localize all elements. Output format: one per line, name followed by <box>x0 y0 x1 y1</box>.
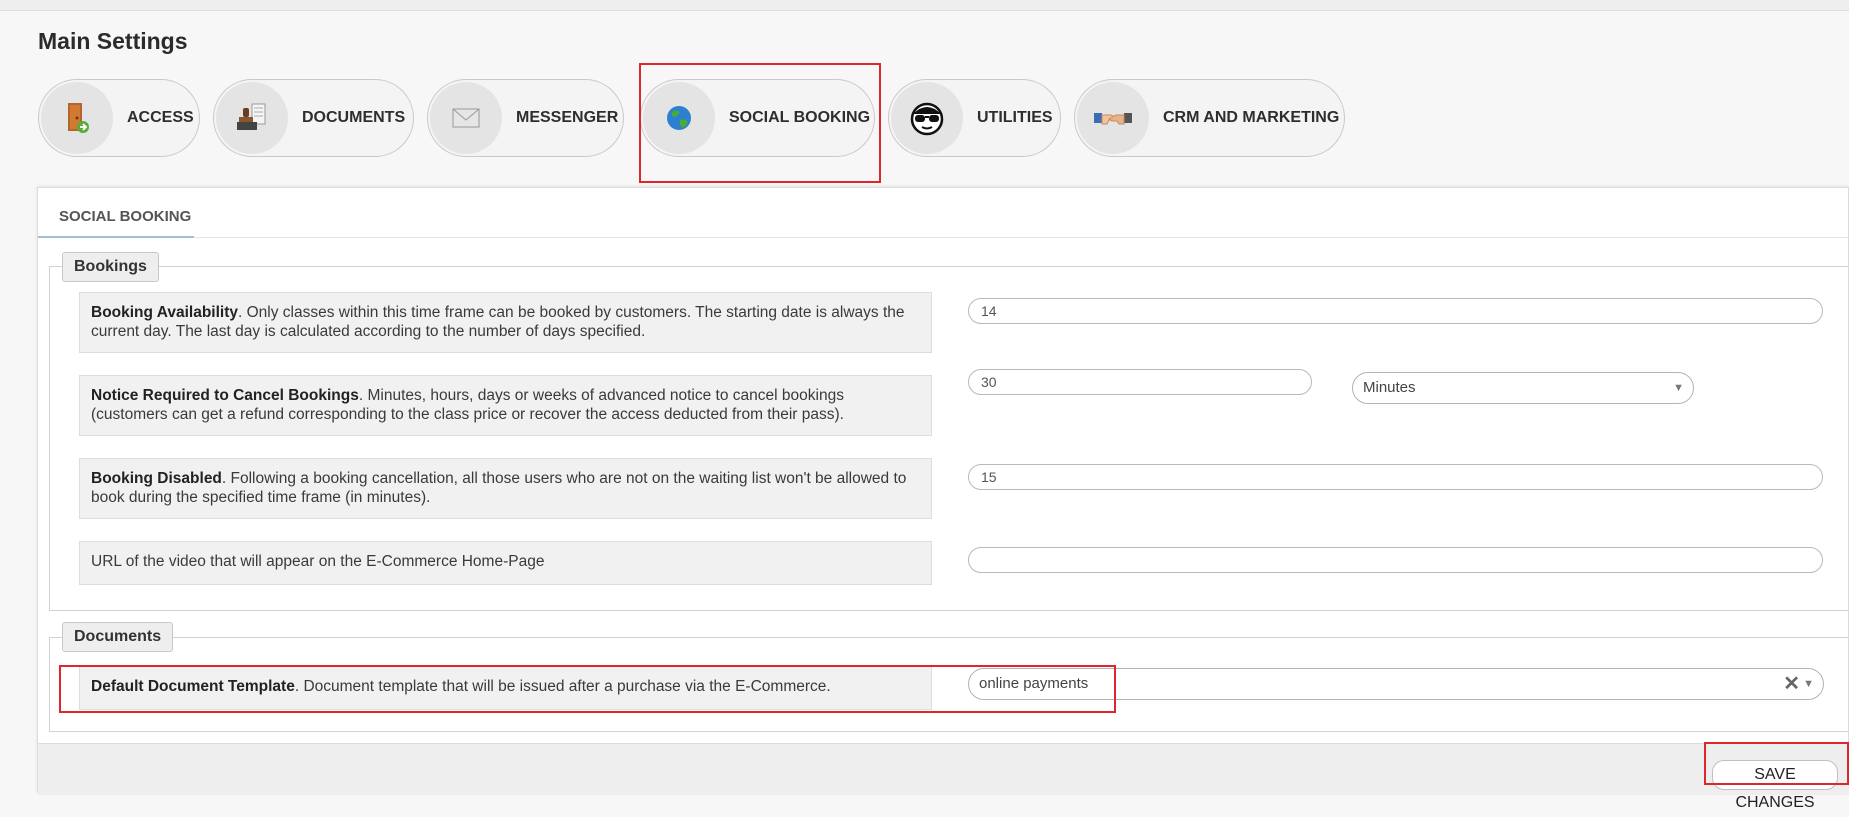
page-title: Main Settings <box>38 28 188 54</box>
tab-social-booking[interactable]: SOCIAL BOOKING <box>640 79 875 157</box>
panel-footer: SAVE CHANGES <box>38 743 1849 811</box>
chevron-down-icon: ▼ <box>1673 382 1684 394</box>
handshake-icon <box>1077 82 1149 154</box>
bookings-legend: Bookings <box>62 252 159 282</box>
tab-label: SOCIAL BOOKING <box>729 109 871 126</box>
document-template-desc: . Document template that will be issued … <box>294 678 831 695</box>
top-bar <box>0 0 1849 11</box>
document-template-select[interactable]: online payments ✕ ▼ <box>968 668 1824 700</box>
tab-crm-and-marketing[interactable]: CRM AND MARKETING <box>1074 79 1345 157</box>
booking-availability-title: Booking Availability <box>91 304 238 321</box>
video-url-input[interactable] <box>968 547 1823 573</box>
booking-availability-label: Booking Availability. Only classes withi… <box>79 292 932 353</box>
door-icon <box>41 82 113 154</box>
tab-label: CRM AND MARKETING <box>1163 109 1340 126</box>
globe-icon <box>643 82 715 154</box>
cancel-notice-unit-select[interactable]: Minutes ▼ <box>1352 372 1694 404</box>
tab-messenger[interactable]: MESSENGER <box>427 79 624 157</box>
tab-documents[interactable]: DOCUMENTS <box>213 79 414 157</box>
clear-icon[interactable]: ✕ <box>1783 669 1800 699</box>
panel-tab-divider <box>194 237 1848 238</box>
sunglasses-face-icon <box>891 82 963 154</box>
video-url-label: URL of the video that will appear on the… <box>79 541 932 585</box>
booking-disabled-input[interactable] <box>968 464 1823 490</box>
tab-label: DOCUMENTS <box>302 109 406 126</box>
booking-availability-input[interactable] <box>968 298 1823 324</box>
cancel-notice-unit-value: Minutes <box>1363 379 1416 396</box>
tab-access[interactable]: ACCESS <box>38 79 200 157</box>
settings-panel: SOCIAL BOOKING Bookings Booking Availabi… <box>37 187 1849 811</box>
tab-label: MESSENGER <box>516 109 619 126</box>
booking-disabled-label: Booking Disabled. Following a booking ca… <box>79 458 932 519</box>
stamp-icon <box>216 82 288 154</box>
cancel-notice-label: Notice Required to Cancel Bookings. Minu… <box>79 375 932 436</box>
panel-tab-social-booking[interactable]: SOCIAL BOOKING <box>38 188 194 238</box>
cancel-notice-title: Notice Required to Cancel Bookings <box>91 387 359 404</box>
chevron-down-icon[interactable]: ▼ <box>1803 669 1814 699</box>
save-changes-button[interactable]: SAVE CHANGES <box>1712 760 1838 811</box>
booking-disabled-title: Booking Disabled <box>91 470 222 487</box>
document-template-value: online payments <box>979 675 1089 692</box>
documents-legend: Documents <box>62 622 174 652</box>
tab-utilities[interactable]: UTILITIES <box>888 79 1061 157</box>
document-template-label: Default Document Template. Document temp… <box>79 666 932 710</box>
tab-label: ACCESS <box>127 109 194 126</box>
cancel-notice-input[interactable] <box>968 369 1312 395</box>
tab-label: UTILITIES <box>977 109 1053 126</box>
envelope-icon <box>430 82 502 154</box>
document-template-title: Default Document Template <box>91 678 295 695</box>
